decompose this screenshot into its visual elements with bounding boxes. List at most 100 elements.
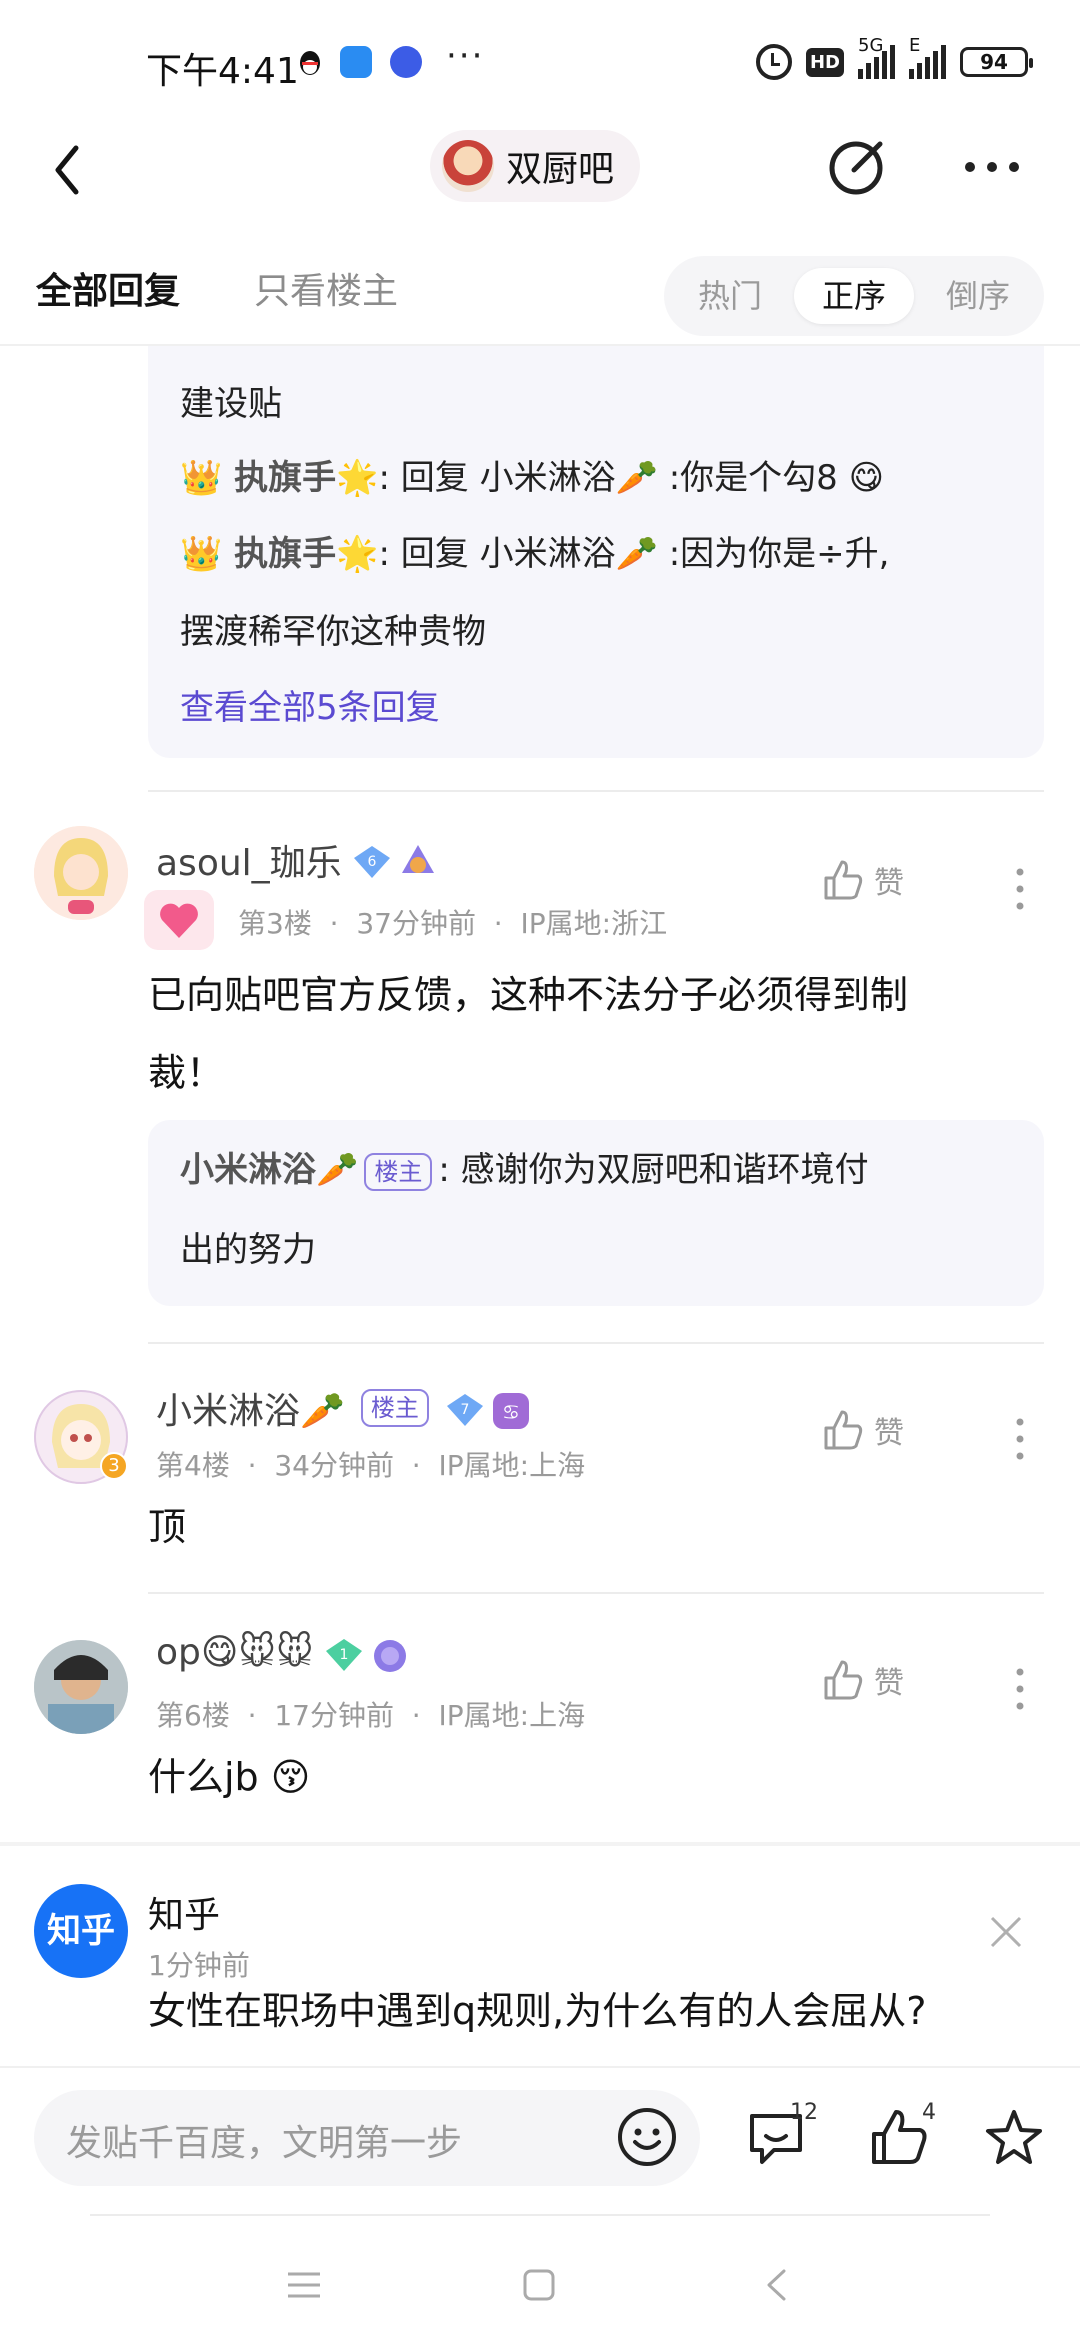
like-button[interactable]: 赞 <box>820 858 904 902</box>
home-icon[interactable] <box>522 2268 556 2302</box>
sort-toggle: 热门 正序 倒序 <box>664 256 1044 336</box>
battery-icon: 94 <box>960 47 1033 77</box>
op-tag: 楼主 <box>364 1152 433 1191</box>
signal-5g-icon: 5G <box>858 35 895 79</box>
post-time: 17分钟前 <box>274 1699 394 1732</box>
username[interactable]: op😋🐭🐭 <box>156 1632 314 1673</box>
sub-reply-box[interactable]: 建设贴 👑 执旗手🌟: 回复 小米淋浴🥕 :你是个勾8 😋 👑 执旗手🌟: 回复… <box>148 346 1044 758</box>
avatar[interactable] <box>34 826 128 920</box>
avatar[interactable]: 3 <box>34 1390 128 1484</box>
comment-count: 12 <box>790 2100 818 2125</box>
sub-reply-item[interactable]: 👑 执旗手🌟: 回复 小米淋浴🥕 :因为你是÷升, <box>180 526 889 575</box>
sort-ascending[interactable]: 正序 <box>794 268 914 324</box>
ip-location: IP属地:上海 <box>438 1449 586 1482</box>
like-label: 赞 <box>874 866 904 901</box>
svg-text:7: 7 <box>460 1402 469 1418</box>
username[interactable]: asoul_珈乐 <box>156 834 342 886</box>
bottom-action-bar: 发贴千百度，文明第一步 12 4 <box>0 2066 1080 2214</box>
divider <box>148 790 1044 792</box>
kebab-menu-icon[interactable] <box>1010 1664 1030 1714</box>
more-icon[interactable] <box>960 142 1024 192</box>
ad-title: 女性在职场中遇到q规则,为什么有的人会屈从? <box>148 1989 927 2033</box>
ad-avatar: 知乎 <box>34 1884 128 1978</box>
sub-reply-box[interactable]: 小米淋浴🥕 楼主: 感谢你为双厨吧和谐环境付 出的努力 <box>148 1120 1044 1306</box>
app-icon-blue <box>340 46 372 78</box>
post-content: 已向贴吧官方反馈，这种不法分子必须得到制 裁！ <box>148 973 909 1095</box>
svg-text:6: 6 <box>367 854 376 870</box>
sub-reply-text: 摆渡稀罕你这种贵物 <box>180 612 486 652</box>
svg-text:♋: ♋ <box>502 1400 520 1424</box>
thumbs-up-icon[interactable] <box>866 2106 930 2170</box>
tieba-app-icon <box>390 46 422 78</box>
heart-badge-icon <box>144 890 214 950</box>
sub-reply-author[interactable]: 👑 执旗手🌟 <box>180 534 379 574</box>
close-icon[interactable] <box>986 1912 1026 1952</box>
username[interactable]: 小米淋浴🥕 <box>156 1382 345 1434</box>
username-row: op😋🐭🐭 1 <box>156 1632 406 1673</box>
sub-reply-item[interactable]: 小米淋浴🥕 楼主: 感谢你为双厨吧和谐环境付 <box>180 1142 869 1191</box>
tab-op-only[interactable]: 只看楼主 <box>254 262 398 314</box>
username-row: asoul_珈乐 6 <box>156 834 434 886</box>
forum-pill[interactable]: 双厨吧 <box>430 130 641 202</box>
floor-4: 3 小米淋浴🥕 楼主 7 ♋ 第4楼 · 34分钟前 · IP属地:上海 赞 顶 <box>0 1370 1080 1590</box>
floor-number: 第3楼 <box>238 907 312 940</box>
system-nav-bar <box>0 2214 1080 2340</box>
status-bar: 下午4:41 ··· HD 5G E 94 <box>0 0 1080 120</box>
sub-reply-text: : 回复 小米淋浴🥕 :你是个勾8 😋 <box>378 458 885 498</box>
divider <box>90 2214 990 2216</box>
avatar-level-badge: 3 <box>100 1452 128 1480</box>
floor-number: 第6楼 <box>156 1699 230 1732</box>
top-nav: 双厨吧 <box>0 120 1080 216</box>
floor-number: 第4楼 <box>156 1449 230 1482</box>
floor-3: asoul_珈乐 6 第3楼 · 37分钟前 · IP属地:浙江 赞 已向贴吧官… <box>0 820 1080 1340</box>
level-diamond-icon: 1 <box>324 1637 362 1671</box>
star-icon[interactable] <box>982 2106 1046 2170</box>
reply-tabs: 全部回复 只看楼主 热门 正序 倒序 <box>0 240 1080 340</box>
signal-e-icon: E <box>909 35 946 79</box>
avatar[interactable] <box>34 1640 128 1734</box>
zodiac-badge-icon: ♋ <box>491 1391 529 1429</box>
status-time: 下午4:41 <box>146 51 299 92</box>
back-icon[interactable] <box>764 2268 788 2302</box>
post-time: 37分钟前 <box>356 907 476 940</box>
sub-reply-text: 出的努力 <box>180 1230 316 1270</box>
sub-reply-text: : 回复 小米淋浴🥕 :因为你是÷升, <box>378 534 890 574</box>
like-button[interactable]: 赞 <box>820 1408 904 1452</box>
rank-badge-icon <box>398 843 434 877</box>
post-meta: 第6楼 · 17分钟前 · IP属地:上海 <box>156 1699 586 1732</box>
level-diamond-icon: 6 <box>352 844 390 878</box>
sub-reply-text: 建设贴 <box>180 384 282 424</box>
svg-text:1: 1 <box>339 1647 348 1663</box>
divider <box>148 1342 1044 1344</box>
sort-descending[interactable]: 倒序 <box>918 268 1038 324</box>
sub-reply-author[interactable]: 小米淋浴🥕 <box>180 1150 358 1190</box>
menu-icon[interactable] <box>286 2270 322 2300</box>
back-arrow-icon[interactable] <box>48 140 88 200</box>
sub-reply-item[interactable]: 👑 执旗手🌟: 回复 小米淋浴🥕 :你是个勾8 😋 <box>180 450 884 499</box>
ip-location: IP属地:浙江 <box>520 907 668 940</box>
sub-reply-text: : 感谢你为双厨吧和谐环境付 <box>438 1150 869 1190</box>
edit-icon[interactable] <box>826 134 890 198</box>
post-meta: 第4楼 · 34分钟前 · IP属地:上海 <box>156 1449 586 1482</box>
post-time: 34分钟前 <box>274 1449 394 1482</box>
tab-all-replies[interactable]: 全部回复 <box>36 262 180 314</box>
like-label: 赞 <box>874 1666 904 1701</box>
kebab-menu-icon[interactable] <box>1010 864 1030 914</box>
sub-reply-author[interactable]: 👑 执旗手🌟 <box>180 458 379 498</box>
kebab-menu-icon[interactable] <box>1010 1414 1030 1464</box>
view-all-replies-link[interactable]: 查看全部5条回复 <box>180 680 440 729</box>
ad-name: 知乎 <box>148 1895 221 1936</box>
thumbs-up-icon <box>824 860 863 900</box>
like-count: 4 <box>922 2100 936 2125</box>
forum-avatar <box>442 140 494 192</box>
username-row: 小米淋浴🥕 楼主 7 ♋ <box>156 1382 529 1434</box>
hd-icon: HD <box>805 47 844 77</box>
reply-composer[interactable]: 发贴千百度，文明第一步 <box>34 2090 700 2186</box>
like-button[interactable]: 赞 <box>820 1658 904 1702</box>
emoji-icon[interactable] <box>616 2106 678 2168</box>
sort-hot[interactable]: 热门 <box>670 268 790 324</box>
post-content: 顶 <box>148 1505 187 1549</box>
ad-card[interactable]: 知乎 知乎 1分钟前 女性在职场中遇到q规则,为什么有的人会屈从? <box>0 1860 1080 2066</box>
level-diamond-icon: 7 <box>445 1392 483 1426</box>
thumbs-up-icon <box>824 1660 863 1700</box>
